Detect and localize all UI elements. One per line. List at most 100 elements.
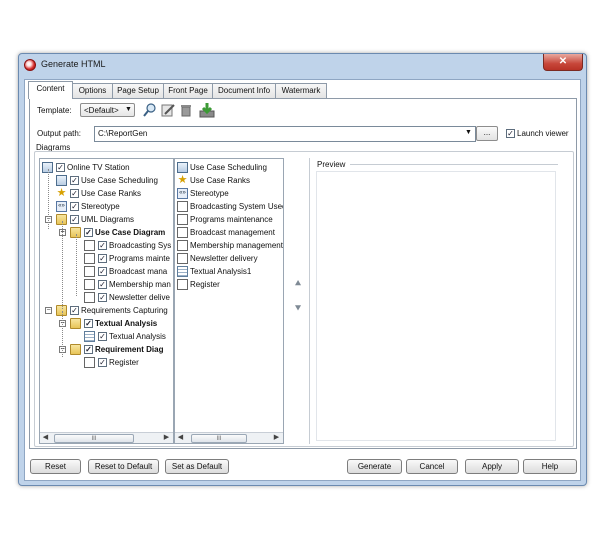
close-button[interactable]: ✕ <box>543 54 583 71</box>
title-bar[interactable]: Generate HTML ✕ <box>19 54 586 76</box>
apply-button[interactable]: Apply <box>465 459 519 474</box>
collapse-toggle-icon[interactable]: − <box>45 307 52 314</box>
move-up-button[interactable]: ⯅ <box>291 279 305 290</box>
tree-item[interactable]: ✓ Programs mainte <box>84 252 170 265</box>
tab-front-page[interactable]: Front Page <box>163 83 213 98</box>
edit-template-icon[interactable] <box>161 103 175 117</box>
list-item[interactable]: Broadcast management <box>177 226 275 239</box>
tree-item-checkbox[interactable]: ✓ <box>84 345 93 355</box>
tree-item-checkbox[interactable]: ✓ <box>84 228 93 238</box>
use-case-diagram-icon <box>84 240 95 252</box>
tab-content[interactable]: Content <box>28 81 73 99</box>
use-case-diagram-icon <box>84 292 95 304</box>
diagrams-group: ✓ Online TV Station ✓ Use Case Scheduling ★ ✓… <box>34 151 574 447</box>
browse-button[interactable]: ... <box>476 126 498 141</box>
tree-item-label: Register <box>109 358 139 367</box>
tree-item-label: Broadcasting Sys <box>109 241 172 250</box>
list-item[interactable]: «» Stereotype <box>177 187 229 200</box>
selected-diagram-list[interactable]: Use Case Scheduling ★ Use Case Ranks «» Ster… <box>174 158 284 444</box>
scroll-right-icon[interactable]: ▶ <box>161 433 172 443</box>
list-item-label: Broadcast management <box>190 228 275 237</box>
tree-item[interactable]: ★ ✓ Use Case Ranks <box>56 187 141 200</box>
tree-item-checkbox[interactable]: ✓ <box>98 293 107 303</box>
template-select[interactable]: <Default> ▼ <box>80 103 135 117</box>
tab-options[interactable]: Options <box>72 83 113 98</box>
selected-diagram-items: Use Case Scheduling ★ Use Case Ranks «» Ster… <box>175 159 283 429</box>
tree-item-checkbox[interactable]: ✓ <box>98 280 107 290</box>
apply-label: Apply <box>481 462 502 471</box>
list-item[interactable]: Broadcasting System Useca <box>177 200 283 213</box>
list-item-label: Use Case Ranks <box>190 176 251 185</box>
tree-item-checkbox[interactable]: ✓ <box>70 202 79 212</box>
list-horizontal-scrollbar[interactable]: ◀ III ▶ <box>175 432 283 443</box>
tree-item-label: Newsletter delive <box>109 293 170 302</box>
list-item[interactable]: Membership management <box>177 239 283 252</box>
tree-item-checkbox[interactable]: ✓ <box>70 215 79 225</box>
output-path-input[interactable]: C:\ReportGen <box>94 126 476 142</box>
chevron-down-icon: ⯆ <box>293 303 303 315</box>
list-item-label: Membership management <box>190 241 283 250</box>
tree-item[interactable]: − ✓ Requirements Capturing <box>45 304 168 317</box>
move-down-button[interactable]: ⯆ <box>291 303 305 315</box>
delete-template-icon[interactable] <box>179 103 193 117</box>
tree-item[interactable]: ✓ Newsletter delive <box>84 291 170 304</box>
import-template-icon[interactable] <box>199 102 215 118</box>
tree-item[interactable]: − ✓ Use Case Diagram <box>59 226 165 239</box>
list-item[interactable]: Textual Analysis1 <box>177 265 251 278</box>
tab-document-info[interactable]: Document Info <box>212 83 276 98</box>
help-button[interactable]: Help <box>523 459 577 474</box>
tree-item[interactable]: − ✓ UML Diagrams <box>45 213 135 226</box>
tree-item[interactable]: ✓ Broadcast mana <box>84 265 167 278</box>
tree-item-checkbox[interactable]: ✓ <box>70 189 79 199</box>
tree-item[interactable]: ✓ Broadcasting Sys <box>84 239 171 252</box>
tree-item-checkbox[interactable]: ✓ <box>98 332 107 342</box>
tree-item-label: Stereotype <box>81 202 120 211</box>
output-path-dropdown-icon[interactable]: ▼ <box>465 129 472 136</box>
list-item[interactable]: Use Case Scheduling <box>177 161 267 174</box>
use-case-diagram-icon <box>177 253 188 265</box>
tree-item-checkbox[interactable]: ✓ <box>98 267 107 277</box>
tab-page-setup[interactable]: Page Setup <box>112 83 164 98</box>
tree-item[interactable]: ✓ Membership man <box>84 278 171 291</box>
tree-horizontal-scrollbar[interactable]: ◀ III ▶ <box>40 432 173 443</box>
tree-item[interactable]: − ✓ Textual Analysis <box>59 317 157 330</box>
tree-item[interactable]: ✓ Online TV Station <box>42 161 130 174</box>
tree-item-checkbox[interactable]: ✓ <box>98 254 107 264</box>
tab-watermark[interactable]: Watermark <box>275 83 327 98</box>
stereotype-icon: «» <box>56 201 67 213</box>
tree-item[interactable]: ✓ Register <box>84 356 139 369</box>
tab-label: Document Info <box>217 86 271 95</box>
list-item[interactable]: Programs maintenance <box>177 213 273 226</box>
scroll-left-icon[interactable]: ◀ <box>175 433 186 443</box>
reset-to-default-label: Reset to Default <box>94 462 153 471</box>
tree-item-checkbox[interactable]: ✓ <box>70 306 79 316</box>
tree-item[interactable]: ✓ Textual Analysis <box>84 330 166 343</box>
tree-item-checkbox[interactable]: ✓ <box>98 358 107 368</box>
cancel-button[interactable]: Cancel <box>406 459 458 474</box>
reset-to-default-button[interactable]: Reset to Default <box>88 459 159 474</box>
tree-item-checkbox[interactable]: ✓ <box>84 319 93 329</box>
launch-viewer-label: Launch viewer <box>517 129 569 138</box>
scroll-right-icon[interactable]: ▶ <box>271 433 282 443</box>
set-as-default-button[interactable]: Set as Default <box>165 459 229 474</box>
help-label: Help <box>541 462 559 471</box>
use-case-diagram-icon <box>177 201 188 213</box>
list-item[interactable]: ★ Use Case Ranks <box>177 174 250 187</box>
scroll-left-icon[interactable]: ◀ <box>40 433 51 443</box>
list-item[interactable]: Register <box>177 278 220 291</box>
tree-item[interactable]: «» ✓ Stereotype <box>56 200 120 213</box>
launch-viewer-checkbox[interactable]: ✓ <box>506 129 515 138</box>
scroll-thumb[interactable]: III <box>54 434 134 443</box>
tree-item-label: UML Diagrams <box>81 215 135 224</box>
tree-item[interactable]: ✓ Use Case Scheduling <box>56 174 158 187</box>
tree-item[interactable]: − ✓ Requirement Diag <box>59 343 163 356</box>
reset-button[interactable]: Reset <box>30 459 81 474</box>
search-template-icon[interactable] <box>143 103 157 117</box>
tree-item-checkbox[interactable]: ✓ <box>56 163 65 173</box>
list-item[interactable]: Newsletter delivery <box>177 252 258 265</box>
tree-item-checkbox[interactable]: ✓ <box>70 176 79 186</box>
tree-item-checkbox[interactable]: ✓ <box>98 241 107 251</box>
scroll-thumb[interactable]: III <box>191 434 247 443</box>
diagram-tree[interactable]: ✓ Online TV Station ✓ Use Case Scheduling ★ ✓… <box>39 158 174 444</box>
generate-button[interactable]: Generate <box>347 459 402 474</box>
